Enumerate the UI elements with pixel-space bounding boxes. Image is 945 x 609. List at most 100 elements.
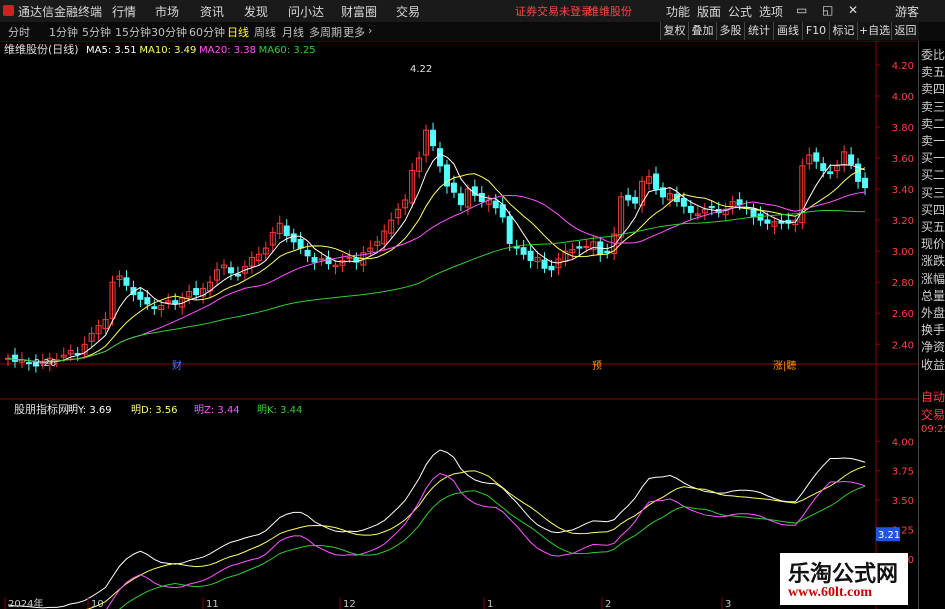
tab-15min[interactable]: 15分钟 <box>115 24 151 40</box>
title-bar: 通达信金融终端 行情 市场 资讯 发现 问小达 财富圈 交易 证券交易未登录 维… <box>0 0 945 23</box>
event-marker: 预 <box>592 360 602 372</box>
sidebar-item: 净资 <box>921 340 945 355</box>
sidebar-item[interactable]: 交易 <box>921 406 945 423</box>
minimize-icon[interactable]: ▭ <box>796 3 807 17</box>
f10-button[interactable]: F10 <box>802 22 829 40</box>
biaoji-button[interactable]: 标记 <box>829 22 857 40</box>
candle-body <box>283 225 290 237</box>
indicator-title: 股朋指标网 <box>14 402 69 416</box>
menu-wenxiaoda[interactable]: 问小达 <box>288 3 324 20</box>
ma5-line <box>7 153 866 363</box>
menu-xuanxiang[interactable]: 选项 <box>759 3 783 20</box>
tab-30min[interactable]: 30分钟 <box>151 24 187 40</box>
menu-faxian[interactable]: 发现 <box>244 3 268 20</box>
candle-body <box>123 277 130 286</box>
tab-1min[interactable]: 1分钟 <box>49 24 78 40</box>
close-icon[interactable]: ✕ <box>848 3 858 17</box>
x-tick-label: 2024年 <box>8 597 43 609</box>
sidebar-item[interactable]: 自动 <box>921 388 945 405</box>
kline-chart-area[interactable]: 4.20 4.00 3.80 3.60 3.40 3.20 3.00 2.80 2.60 2.40… <box>0 41 918 609</box>
candle-body <box>625 194 632 201</box>
x-tick-label: 1 <box>487 599 493 609</box>
sidebar-item: 卖五 <box>921 65 945 80</box>
candle-body <box>653 173 659 190</box>
sidebar-item: 买二 <box>921 168 945 183</box>
sidebar-item: 涨幅 <box>921 271 945 286</box>
menu-caifuquan[interactable]: 财富圈 <box>341 3 377 20</box>
candle-body <box>820 163 827 171</box>
candle-body <box>736 199 743 206</box>
quote-sidebar: 委比 卖五 卖四 卖三 卖二 卖一 买一 买二 买三 买四 买五 现价 涨跌 涨幅 总量 外盘 换手 净资 收益 自动… <box>918 41 945 609</box>
tab-monthly[interactable]: 月线 <box>282 24 304 40</box>
candle-body <box>430 129 437 147</box>
tab-daily[interactable]: 日线 <box>227 24 249 40</box>
indicator-line-3 <box>119 485 866 609</box>
sidebar-item: 委比 <box>921 48 945 62</box>
main-chart-title: 维维股份(日线) <box>4 42 79 56</box>
candle-body <box>708 206 715 209</box>
sidebar-item: 换手 <box>921 323 945 338</box>
event-marker: 涨|聽 <box>773 360 796 372</box>
login-notice[interactable]: 证券交易未登录 <box>515 3 592 19</box>
y-tick-label: 3.20 <box>892 216 914 227</box>
candle-body <box>437 148 443 167</box>
candle-body <box>450 182 457 193</box>
y-tick-label: 3.50 <box>892 496 914 507</box>
sidebar-item[interactable]: 09:25 <box>921 424 945 435</box>
duogu-button[interactable]: 多股 <box>716 22 744 40</box>
candle-body <box>151 306 158 310</box>
menu-shichang[interactable]: 市场 <box>155 3 179 20</box>
sidebar-item: 买一 <box>921 151 945 166</box>
watermark-box: 乐淘公式网 www.60lt.com <box>780 553 908 605</box>
tab-60min[interactable]: 60分钟 <box>189 24 225 40</box>
fuquan-button[interactable]: 复权 <box>660 22 688 40</box>
candle-body <box>583 246 590 249</box>
candle-body <box>311 257 318 263</box>
candle-body <box>827 171 834 175</box>
restore-icon[interactable]: ◱ <box>822 3 833 17</box>
diejia-button[interactable]: 叠加 <box>688 22 716 40</box>
indicator-legend-item: 明Y: 3.69 <box>68 404 112 416</box>
menu-hangqing[interactable]: 行情 <box>112 3 136 20</box>
indicator-line-1 <box>85 465 866 609</box>
menu-zixun[interactable]: 资讯 <box>200 3 224 20</box>
candle-body <box>687 205 694 213</box>
tongji-button[interactable]: 统计 <box>744 22 773 40</box>
menu-banmian[interactable]: 版面 <box>697 3 721 20</box>
candle-body <box>297 239 304 249</box>
tab-fenshi[interactable]: 分时 <box>8 24 30 40</box>
tab-weekly[interactable]: 周线 <box>254 24 276 40</box>
candle-body <box>234 273 241 277</box>
sidebar-item: 卖二 <box>921 116 945 131</box>
candle-body <box>527 250 534 261</box>
chevron-right-icon[interactable]: › <box>368 24 372 37</box>
user-label[interactable]: 游客 <box>895 3 919 20</box>
candle-body <box>25 362 32 365</box>
y-tick-label: 4.20 <box>892 61 914 72</box>
current-value-label: 3.21 <box>878 530 900 541</box>
zixuan-button[interactable]: +自选 <box>857 22 891 40</box>
sidebar-item: 涨跌 <box>921 254 945 269</box>
menu-jiaoyi[interactable]: 交易 <box>396 3 420 20</box>
tab-more[interactable]: 更多 <box>343 24 365 40</box>
menu-gongshi[interactable]: 公式 <box>728 3 752 20</box>
menu-gongneng[interactable]: 功能 <box>666 3 690 20</box>
indicator-legend-item: 明D: 3.56 <box>131 404 178 416</box>
candle-body <box>172 300 179 305</box>
tab-5min[interactable]: 5分钟 <box>82 24 111 40</box>
y-tick-label: 2.40 <box>892 340 914 351</box>
candle-body <box>318 258 325 261</box>
sidebar-item: 买五 <box>921 220 945 234</box>
candle-body <box>290 233 297 243</box>
candle-body <box>11 354 18 362</box>
tab-multi-period[interactable]: 多周期 <box>309 24 342 40</box>
huaxian-button[interactable]: 画线 <box>773 22 802 40</box>
candle-body <box>478 192 485 203</box>
y-tick-label: 3.40 <box>892 185 914 196</box>
event-marker: 财 <box>172 359 182 372</box>
candle-body <box>813 152 820 162</box>
x-tick-label: 10 <box>91 599 104 609</box>
app-title: 通达信金融终端 <box>18 5 103 19</box>
sidebar-item: 卖一 <box>921 134 945 148</box>
fanhui-button[interactable]: 返回 <box>891 22 919 40</box>
